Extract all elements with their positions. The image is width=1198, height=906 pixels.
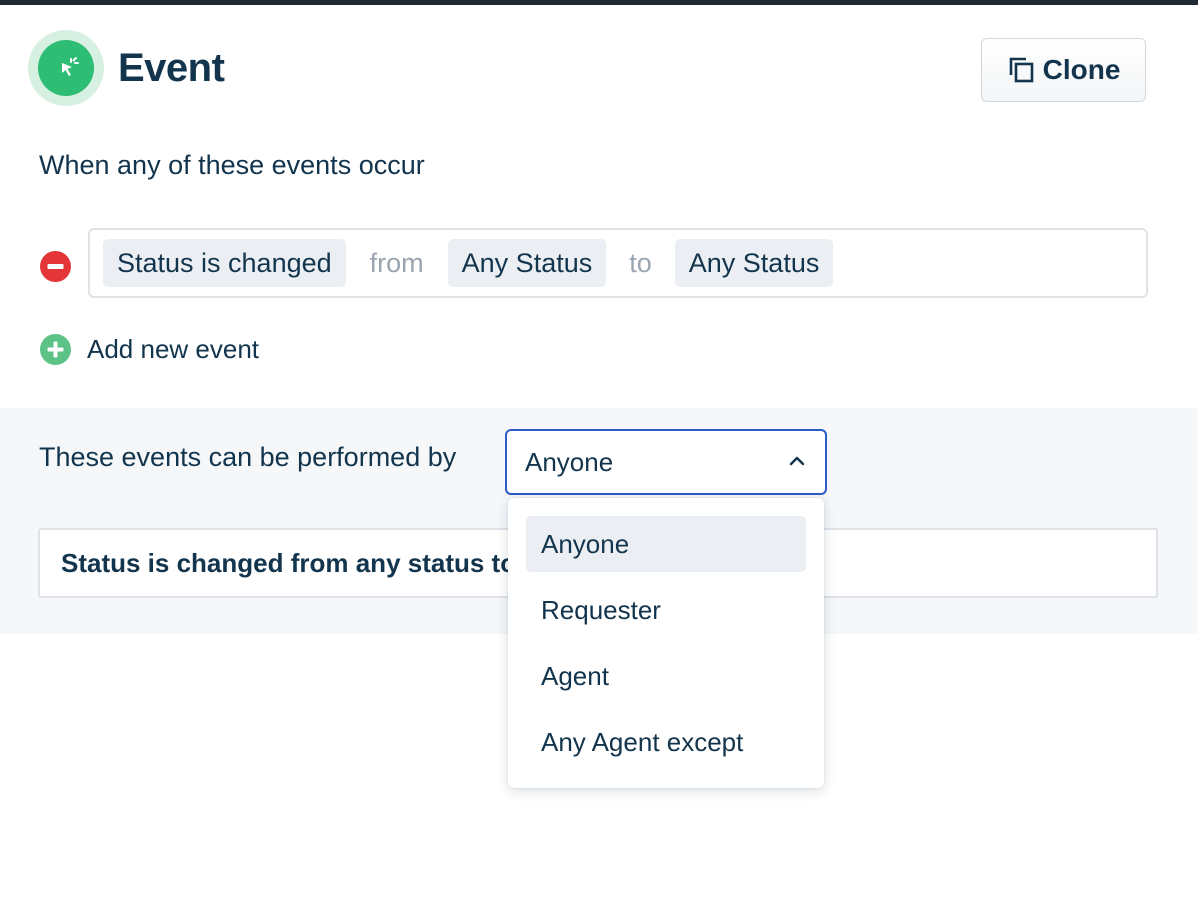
event-condition-row: Status is changed from Any Status to Any…	[88, 228, 1148, 298]
performed-by-dropdown: Anyone Requester Agent Any Agent except	[508, 498, 824, 788]
cursor-click-icon	[38, 40, 94, 96]
plus-circle-icon	[40, 333, 71, 365]
performed-by-select[interactable]: Anyone	[505, 429, 827, 495]
from-status-chip[interactable]: Any Status	[447, 239, 607, 287]
to-status-chip[interactable]: Any Status	[674, 239, 834, 287]
from-connector: from	[369, 247, 424, 278]
performed-by-label: These events can be performed by	[39, 442, 457, 472]
to-connector: to	[629, 247, 652, 278]
trigger-chip[interactable]: Status is changed	[103, 239, 346, 287]
clone-button[interactable]: Clone	[981, 38, 1146, 102]
add-new-event-label: Add new event	[87, 333, 260, 364]
event-icon-badge	[28, 30, 104, 106]
top-border	[0, 0, 1198, 5]
add-new-event-button[interactable]: Add new event	[40, 333, 259, 365]
clone-button-label: Clone	[1042, 54, 1121, 85]
remove-event-icon[interactable]	[40, 251, 71, 282]
option-any-agent-except[interactable]: Any Agent except	[526, 714, 806, 770]
events-heading: When any of these events occur	[39, 150, 425, 180]
performed-by-value: Anyone	[525, 446, 614, 477]
option-requester[interactable]: Requester	[526, 582, 806, 638]
page-header: Event	[28, 30, 225, 106]
chevron-up-icon	[789, 456, 805, 466]
option-agent[interactable]: Agent	[526, 648, 806, 704]
clone-icon	[1009, 57, 1033, 83]
option-anyone[interactable]: Anyone	[526, 516, 806, 572]
page-title: Event	[118, 45, 225, 90]
